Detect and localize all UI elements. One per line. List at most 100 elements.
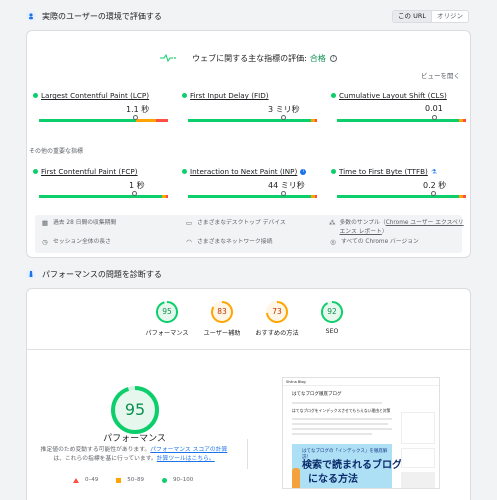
shot-figure xyxy=(292,468,300,488)
gauge-ring: 92 xyxy=(320,300,344,324)
p75-marker xyxy=(281,191,286,196)
performance-big-score: 95 xyxy=(124,400,146,419)
score-legend: 0–49 50–89 90–100 xyxy=(73,477,211,483)
gauge-score: 95 xyxy=(162,307,172,316)
assessment-label: ウェブに関する主な指標の評価: xyxy=(192,54,307,63)
diagnose-card: 95 パフォーマンス 83 ユーザー補助 73 おすすめの方法 92 SEO 95 パフォーマ… xyxy=(26,288,471,500)
distribution-bar xyxy=(188,119,317,122)
legend-fail: 0–49 xyxy=(73,477,98,483)
score-gauge[interactable]: 73 おすすめの方法 xyxy=(247,300,307,337)
diagnose-title: パフォーマンスの問題を診断する xyxy=(42,269,162,279)
p75-marker xyxy=(133,115,138,120)
performance-big-gauge: 95 xyxy=(109,384,161,436)
other-metrics-heading: その他の重要な指標 xyxy=(29,148,84,155)
calendar-icon: ▦ xyxy=(41,219,49,227)
gauge-label: ユーザー補助 xyxy=(203,330,241,337)
shot-heading: はてなブログ徹底ブログ xyxy=(292,392,342,397)
info-network: ◠ さまざまなネットワーク接続 xyxy=(185,238,272,247)
this-url-tab[interactable]: この URL xyxy=(393,11,431,22)
desc-text-1: 推定値のため変動する可能性があります。 xyxy=(40,447,151,453)
metric-name[interactable]: Cumulative Layout Shift (CLS) xyxy=(339,91,447,100)
metric-ttfb: Time to First Byte (TTFB) ⚗ 0.2 秒 xyxy=(331,167,466,198)
metric-value: 1.1 秒 xyxy=(126,105,150,114)
experimental-flask-icon: ⚗ xyxy=(430,167,437,176)
shot-line xyxy=(292,423,388,425)
gauge-label: パフォーマンス xyxy=(145,330,189,337)
metric-name[interactable]: Time to First Byte (TTFB) xyxy=(339,167,428,176)
users-icon xyxy=(26,11,36,21)
vertical-separator xyxy=(247,439,248,469)
performance-big-title: パフォーマンス xyxy=(103,434,166,444)
pass-dot-icon xyxy=(33,93,38,98)
shot-line xyxy=(292,402,382,404)
lighthouse-icon xyxy=(26,269,36,279)
performance-description: 推定値のため変動する可能性があります。パフォーマンス スコアの計算 は、これらの… xyxy=(29,446,239,464)
field-data-header: 実際のユーザーの環境で評価する xyxy=(26,8,162,24)
shot-line xyxy=(292,433,372,435)
score-gauge[interactable]: 83 ユーザー補助 xyxy=(192,300,252,337)
url-origin-toggle[interactable]: この URL オリジン xyxy=(392,10,469,23)
info-session: ◷ セッション全体の長さ xyxy=(41,238,111,247)
distribution-bar xyxy=(337,195,466,198)
distribution-bar xyxy=(188,195,317,198)
shot-line xyxy=(292,428,392,430)
metric-value: 0.01 xyxy=(425,104,443,113)
info-period-text: 過去 28 日間の収集期間 xyxy=(53,220,117,226)
chrome-icon: ◎ xyxy=(330,238,336,246)
metric-fid: First Input Delay (FID) 3 ミリ秒 xyxy=(182,91,317,122)
info-period: ▦ 過去 28 日間の収集期間 xyxy=(41,219,116,228)
metric-value: 0.2 秒 xyxy=(423,181,447,190)
metric-lcp: Largest Contentful Paint (LCP) 1.1 秒 xyxy=(33,91,168,122)
field-data-title: 実際のユーザーの環境で評価する xyxy=(42,11,162,21)
pass-dot-icon xyxy=(331,169,336,174)
metric-name[interactable]: Interaction to Next Paint (INP) xyxy=(190,167,297,176)
shot-line xyxy=(292,418,392,420)
metric-name[interactable]: First Contentful Paint (FCP) xyxy=(41,167,138,176)
info-chrome: ◎ すべての Chrome バージョン xyxy=(329,238,419,247)
diagnose-header: パフォーマンスの問題を診断する xyxy=(26,266,162,282)
pass-dot-icon xyxy=(182,93,187,98)
shot-banner: はてなブログの「インデックス」を徹底解説！ 検索で読まれるブログ になる方法 xyxy=(292,444,402,488)
metric-value: 1 秒 xyxy=(129,181,145,190)
pass-circle-icon xyxy=(162,477,167,483)
score-gauge[interactable]: 95 パフォーマンス xyxy=(137,300,197,337)
gauge-label: おすすめの方法 xyxy=(255,330,299,337)
info-chrome-text: すべての Chrome バージョン xyxy=(341,239,419,245)
metric-name[interactable]: Largest Contentful Paint (LCP) xyxy=(41,91,149,100)
shot-sidebar-box-3 xyxy=(401,472,435,488)
gauge-ring: 83 xyxy=(210,300,234,324)
final-screenshot[interactable]: Shiina Blog はてなブログ徹底ブログ はてなブログをインデックスさせて… xyxy=(282,377,440,489)
timer-icon: ◷ xyxy=(42,238,48,246)
gauge-score: 92 xyxy=(327,307,337,316)
shot-sidebar-box-2 xyxy=(401,448,435,468)
origin-tab[interactable]: オリジン xyxy=(431,11,468,22)
shot-banner-big2: になる方法 xyxy=(308,474,358,485)
info-devices-text: さまざまなデスクトップ デバイス xyxy=(197,220,286,226)
legend-average-text: 50–89 xyxy=(127,477,144,483)
expand-view-link[interactable]: ビューを開く xyxy=(421,70,460,80)
help-icon[interactable]: ? xyxy=(329,55,337,62)
gauge-score: 83 xyxy=(217,307,227,316)
shot-banner-big1: 検索で読まれるブログ xyxy=(302,460,402,471)
info-network-text: さまざまなネットワーク接続 xyxy=(197,239,273,245)
gauge-score: 73 xyxy=(272,307,282,316)
info-badge-icon[interactable]: i xyxy=(300,168,307,175)
shot-sidebar-box xyxy=(401,412,435,444)
score-gauge[interactable]: 92 SEO xyxy=(302,300,362,335)
info-session-text: セッション全体の長さ xyxy=(53,239,111,245)
distribution-bar xyxy=(39,195,168,198)
metric-name[interactable]: First Input Delay (FID) xyxy=(190,91,269,100)
metric-value: 44 ミリ秒 xyxy=(268,181,305,190)
pass-dot-icon xyxy=(331,93,336,98)
info-devices: ▭ さまざまなデスクトップ デバイス xyxy=(185,219,286,228)
desktop-icon: ▭ xyxy=(185,219,193,227)
calculator-link[interactable]: 計算ツールはこちら。 xyxy=(157,456,215,462)
shot-subtitle: はてなブログをインデックスさせてもらえない理由と対策 xyxy=(292,408,391,413)
distribution-bar xyxy=(39,119,168,122)
p75-marker xyxy=(132,191,137,196)
gauges-divider xyxy=(27,349,470,350)
gauge-label: SEO xyxy=(325,328,339,335)
desc-text-2: は、これらの指標を基に行っています。 xyxy=(53,456,157,462)
score-calc-link[interactable]: パフォーマンス スコアの計算 xyxy=(150,447,227,453)
field-data-card: ウェブに関する主な指標の評価: 合格 ? ビューを開く Largest Cont… xyxy=(26,30,471,258)
